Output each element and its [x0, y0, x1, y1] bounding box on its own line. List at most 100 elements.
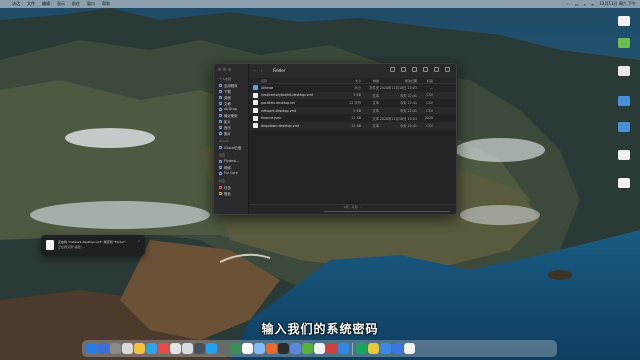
desktop-item[interactable] — [612, 38, 636, 48]
desktop-item[interactable] — [612, 122, 636, 132]
sidebar-item-label: 最近使用 — [224, 114, 238, 118]
menu-edit[interactable]: 编辑 — [42, 1, 50, 7]
sidebar-item-music[interactable]: 音乐 — [219, 125, 231, 130]
search-icon[interactable]: ⌕ — [584, 2, 586, 7]
dock-app-icon[interactable] — [98, 343, 109, 354]
file-kind: 文本 — [372, 101, 379, 106]
dock-app-icon[interactable] — [380, 343, 391, 354]
file-date: 今天 22:41 — [399, 101, 417, 106]
sidebar-item-icloud-drive[interactable]: iCloud云盘 — [219, 145, 241, 150]
dock-app-icon[interactable] — [404, 343, 415, 354]
document-icon — [46, 240, 54, 250]
dock-app-icon[interactable] — [368, 343, 379, 354]
desktop-item[interactable] — [612, 66, 636, 76]
dock-app-icon[interactable] — [278, 343, 289, 354]
control-center-icon[interactable]: ≡ — [591, 2, 594, 7]
battery-icon[interactable]: ▭ — [575, 2, 579, 7]
dock-app-icon[interactable] — [242, 343, 253, 354]
menu-help[interactable]: 帮助 — [102, 1, 110, 7]
search-icon[interactable] — [445, 67, 450, 72]
column-size[interactable]: 大小 — [347, 79, 361, 83]
column-name[interactable]: 名称 — [261, 79, 347, 83]
share-icon[interactable] — [412, 67, 417, 72]
document-icon — [253, 115, 258, 121]
sidebar-item-pictures[interactable]: 图片 — [219, 131, 231, 136]
sidebar-item-airdrop[interactable]: AirDrop — [219, 107, 237, 111]
dock-app-icon[interactable] — [122, 343, 133, 354]
desktop-item[interactable] — [612, 150, 636, 160]
sidebar-item-tag-orange[interactable]: 橙色 — [219, 191, 231, 196]
document-icon — [253, 100, 258, 106]
menu-file[interactable]: 文件 — [27, 1, 35, 7]
back-forward-buttons[interactable]: ‹ › — [254, 68, 264, 73]
sidebar-item-flycore[interactable]: Fly Core — [219, 171, 238, 175]
sidebar-item-applications[interactable]: 应用程序 — [219, 83, 238, 88]
dock-app-icon[interactable] — [326, 343, 337, 354]
sidebar-item-recents[interactable]: 最近使用 — [219, 113, 238, 118]
column-tag[interactable]: 标签 — [417, 79, 433, 83]
file-row[interactable]: parallels.desktop.txt 12 字节 文本 今天 22:41 … — [249, 99, 456, 107]
file-size: 12 字节 — [349, 101, 361, 106]
dock-app-icon[interactable] — [218, 343, 229, 354]
sidebar-item-downloads[interactable]: 下载 — [219, 89, 231, 94]
tag-icon — [219, 192, 222, 195]
dock-app-icon[interactable] — [392, 343, 403, 354]
dock-app-icon[interactable] — [86, 343, 97, 354]
dock-app-icon[interactable] — [230, 343, 241, 354]
dock-app-icon[interactable] — [290, 343, 301, 354]
dock-app-icon[interactable] — [110, 343, 121, 354]
sidebar-item-desktop[interactable]: 桌面 — [219, 95, 231, 100]
tag-icon[interactable] — [423, 67, 428, 72]
menu-finder[interactable]: 访达 — [12, 1, 20, 7]
dock-app-icon[interactable] — [356, 343, 367, 354]
sidebar-item-disk[interactable]: Flydeal… — [219, 159, 240, 163]
desktop-item[interactable] — [612, 16, 636, 26]
view-mode-icon[interactable] — [390, 67, 395, 72]
menu-go[interactable]: 前往 — [72, 1, 80, 7]
desktop-item[interactable] — [612, 96, 636, 106]
dock-app-icon[interactable] — [158, 343, 169, 354]
file-row[interactable]: vmdirectorytoolkit.desktop.vmt 3 KB 文本 今… — [249, 91, 456, 100]
file-row[interactable]: finance.json 11 KB 文本 2020年11月18日 10:03 … — [249, 114, 456, 122]
dock-app-icon[interactable] — [182, 343, 193, 354]
sidebar-item-tag-red[interactable]: 红色 — [219, 185, 231, 190]
menu-window[interactable]: 窗口 — [87, 1, 95, 7]
sidebar-item-network[interactable]: 网络 — [219, 165, 231, 170]
group-icon[interactable] — [401, 67, 406, 72]
file-date: 今天 22:41 — [399, 109, 417, 114]
dock-app-icon[interactable] — [146, 343, 157, 354]
close-button[interactable] — [218, 68, 221, 71]
sidebar-item-label: 红色 — [224, 186, 231, 190]
sidebar-item-label: 网络 — [224, 166, 231, 170]
file-row[interactable]: dropdown.desktop.vmt 15 KB 文本 今天 22:41 C… — [249, 121, 456, 130]
dock-app-icon[interactable] — [170, 343, 181, 354]
dock-app-icon[interactable] — [302, 343, 313, 354]
dock-app-icon[interactable] — [266, 343, 277, 354]
dock-app-icon[interactable] — [194, 343, 205, 354]
zoom-button[interactable] — [228, 68, 231, 71]
dock-app-icon[interactable] — [254, 343, 265, 354]
dock-app-icon[interactable] — [206, 343, 217, 354]
sidebar-item-label: 文稿 — [224, 102, 231, 106]
dock-app-icon[interactable] — [338, 343, 349, 354]
sidebar-item-label: 音乐 — [224, 126, 231, 130]
sidebar-item-movies[interactable]: 影片 — [219, 119, 231, 124]
file-row[interactable]: network.desktop.vmt 3 KB 文本 今天 22:41 CSV — [249, 106, 456, 115]
column-kind[interactable]: 种类 — [361, 79, 379, 83]
column-date[interactable]: 修改日期 — [379, 79, 417, 83]
file-row[interactable]: Alfonse 大小 文件夹 2020年11月18日 10:03 — — [249, 84, 456, 92]
copy-notification[interactable]: 正在将 "network.desktop.vmt" 拷贝到 "Finder" 正… — [41, 235, 145, 256]
sidebar-item-documents[interactable]: 文稿 — [219, 101, 231, 106]
file-date: 今天 22:41 — [399, 93, 417, 98]
file-kind: 文本 — [372, 93, 379, 98]
dock-app-icon[interactable] — [134, 343, 145, 354]
dock-app-icon[interactable] — [314, 343, 325, 354]
desktop-item[interactable] — [612, 178, 636, 188]
close-icon[interactable]: × — [137, 239, 140, 243]
more-icon[interactable] — [434, 67, 439, 72]
icon-size-slider[interactable] — [324, 211, 450, 212]
menubar-clock[interactable]: 12月11日 周六 下午 — [599, 1, 636, 7]
minimize-button[interactable] — [223, 68, 226, 71]
menu-view[interactable]: 显示 — [57, 1, 65, 7]
wifi-icon[interactable]: ◠ — [566, 2, 570, 7]
